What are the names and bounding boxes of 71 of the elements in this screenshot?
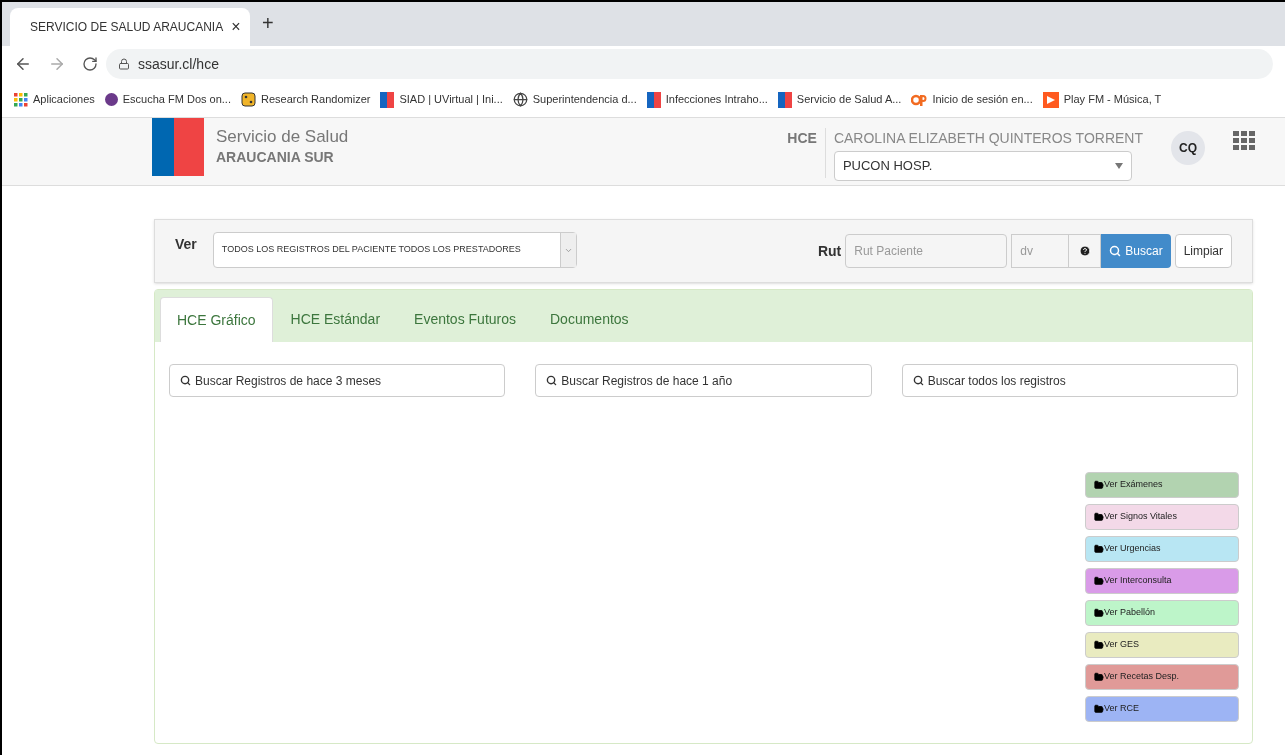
browser-tab[interactable]: SERVICIO DE SALUD ARAUCANIA × xyxy=(10,8,250,46)
record-type-button[interactable]: Ver Exámenes xyxy=(1085,472,1239,498)
globe-icon xyxy=(512,92,528,107)
address-bar[interactable]: ssasur.cl/hce xyxy=(106,49,1273,79)
rut-label: Rut xyxy=(817,241,842,261)
flag-icon xyxy=(646,91,661,108)
circle-icon xyxy=(104,93,118,106)
range-search-button[interactable]: Buscar todos los registros xyxy=(901,364,1238,397)
folder-icon xyxy=(1094,704,1104,714)
bookmark-item[interactable]: Play FM - Música, T xyxy=(1042,91,1162,108)
user-name: CAROLINA ELIZABETH QUINTEROS TORRENT xyxy=(833,129,1143,148)
bookmark-item[interactable]: Inicio de sesión en... xyxy=(911,91,1033,108)
establishment-select[interactable]: PUCON HOSP. xyxy=(833,151,1132,181)
apps-grid-icon xyxy=(14,92,28,107)
record-tab[interactable]: Documentos xyxy=(534,297,645,342)
folder-icon xyxy=(1094,640,1104,650)
user-avatar[interactable]: CQ xyxy=(1171,131,1205,165)
org-name: Servicio de Salud xyxy=(216,126,349,148)
folder-icon xyxy=(1094,544,1104,554)
search-icon xyxy=(180,375,191,386)
bookmark-item[interactable]: Servicio de Salud A... xyxy=(777,91,902,108)
dv-field[interactable]: dv xyxy=(1011,234,1070,268)
bookmark-item[interactable]: SIAD | UVirtual | Ini... xyxy=(380,91,503,108)
rut-field[interactable]: Rut Paciente xyxy=(845,234,1008,268)
bookmark-item[interactable]: Superintendencia d... xyxy=(512,91,637,108)
folder-icon xyxy=(1094,576,1104,586)
caret-icon xyxy=(1114,163,1123,169)
dice-icon xyxy=(241,92,256,107)
lock-icon xyxy=(118,58,130,70)
tab-title: SERVICIO DE SALUD ARAUCANIA xyxy=(30,19,224,36)
folder-icon xyxy=(1094,480,1104,490)
record-type-button[interactable]: Ver Recetas Desp. xyxy=(1085,664,1239,690)
record-type-button[interactable]: Ver Signos Vitales xyxy=(1085,504,1239,530)
flag-icon xyxy=(380,91,395,108)
record-type-button[interactable]: Ver RCE xyxy=(1085,696,1239,722)
reload-icon[interactable] xyxy=(82,56,98,72)
flag-icon xyxy=(777,91,792,108)
cp-logo-icon xyxy=(911,93,928,106)
ver-label: Ver xyxy=(175,235,197,254)
help-icon xyxy=(1078,245,1091,257)
org-region: ARAUCANIA SUR xyxy=(216,148,335,168)
search-icon xyxy=(546,375,558,386)
search-icon xyxy=(1109,245,1122,257)
range-search-button[interactable]: Buscar Registros de hace 3 meses xyxy=(169,364,506,397)
search-button[interactable]: Buscar xyxy=(1101,234,1171,268)
back-icon[interactable] xyxy=(14,55,32,73)
apps-menu-icon[interactable] xyxy=(1233,131,1255,151)
logo-flag-icon xyxy=(152,118,204,176)
folder-icon xyxy=(1094,608,1104,618)
bookmark-item[interactable]: Aplicaciones xyxy=(14,91,95,108)
url-text: ssasur.cl/hce xyxy=(138,54,219,74)
bookmark-item[interactable]: Research Randomizer xyxy=(241,91,371,108)
record-type-button[interactable]: Ver Urgencias xyxy=(1085,536,1239,562)
record-type-button[interactable]: Ver Pabellón xyxy=(1085,600,1239,626)
record-tab[interactable]: Eventos Futuros xyxy=(398,297,532,342)
range-search-button[interactable]: Buscar Registros de hace 1 año xyxy=(535,364,872,397)
folder-icon xyxy=(1094,512,1104,522)
record-tab[interactable]: HCE Gráfico xyxy=(160,297,273,342)
record-type-button[interactable]: Ver GES xyxy=(1085,632,1239,658)
record-type-button[interactable]: Ver Interconsulta xyxy=(1085,568,1239,594)
clear-button[interactable]: Limpiar xyxy=(1174,234,1232,268)
records-select[interactable]: TODOS LOS REGISTROS DEL PACIENTE TODOS LOS PRESTADORES xyxy=(212,232,577,268)
bookmark-item[interactable]: Escucha FM Dos on... xyxy=(104,91,231,108)
tab-close-button[interactable]: × xyxy=(231,15,241,39)
new-tab-button[interactable]: + xyxy=(262,8,274,38)
module-label: HCE xyxy=(787,128,826,178)
bookmark-item[interactable]: Infecciones Intraho... xyxy=(646,91,768,108)
play-logo-icon xyxy=(1042,91,1059,108)
record-tab[interactable]: HCE Estándar xyxy=(274,297,397,342)
folder-icon xyxy=(1094,672,1104,682)
search-icon xyxy=(912,375,924,386)
